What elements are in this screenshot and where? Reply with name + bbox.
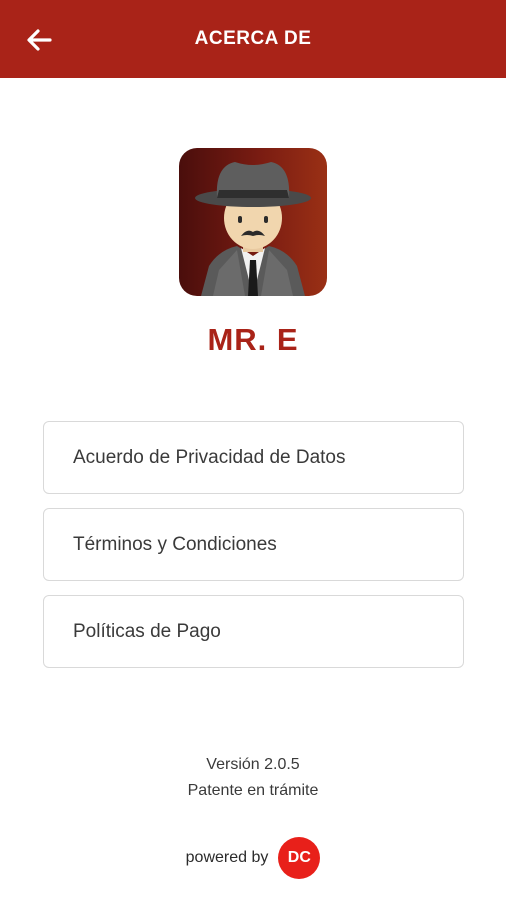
dc-brand-logo[interactable]: DC	[278, 837, 321, 879]
patent-text: Patente en trámite	[187, 782, 319, 799]
page-title: ACERCA DE	[194, 28, 312, 49]
app-bar: ACERCA DE	[0, 0, 506, 78]
detective-avatar-icon	[195, 162, 311, 296]
version-text: Versión 2.0.5	[206, 756, 300, 773]
menu-item-privacy[interactable]: Acuerdo de Privacidad de Datos	[43, 421, 464, 494]
app-logo	[179, 148, 327, 296]
arrow-left-icon	[27, 29, 52, 51]
powered-by-label: powered by	[185, 849, 269, 866]
menu-item-terms[interactable]: Términos y Condiciones	[43, 508, 464, 581]
menu-item-payment-policies[interactable]: Políticas de Pago	[43, 595, 464, 668]
menu-item-label: Acuerdo de Privacidad de Datos	[73, 446, 346, 468]
menu-item-label: Términos y Condiciones	[73, 533, 277, 555]
menu-item-label: Políticas de Pago	[73, 620, 221, 642]
back-button[interactable]	[26, 22, 68, 58]
powered-by: powered by DC	[0, 837, 506, 879]
app-name: MR. E	[207, 322, 299, 357]
dc-brand-text: DC	[287, 849, 311, 866]
